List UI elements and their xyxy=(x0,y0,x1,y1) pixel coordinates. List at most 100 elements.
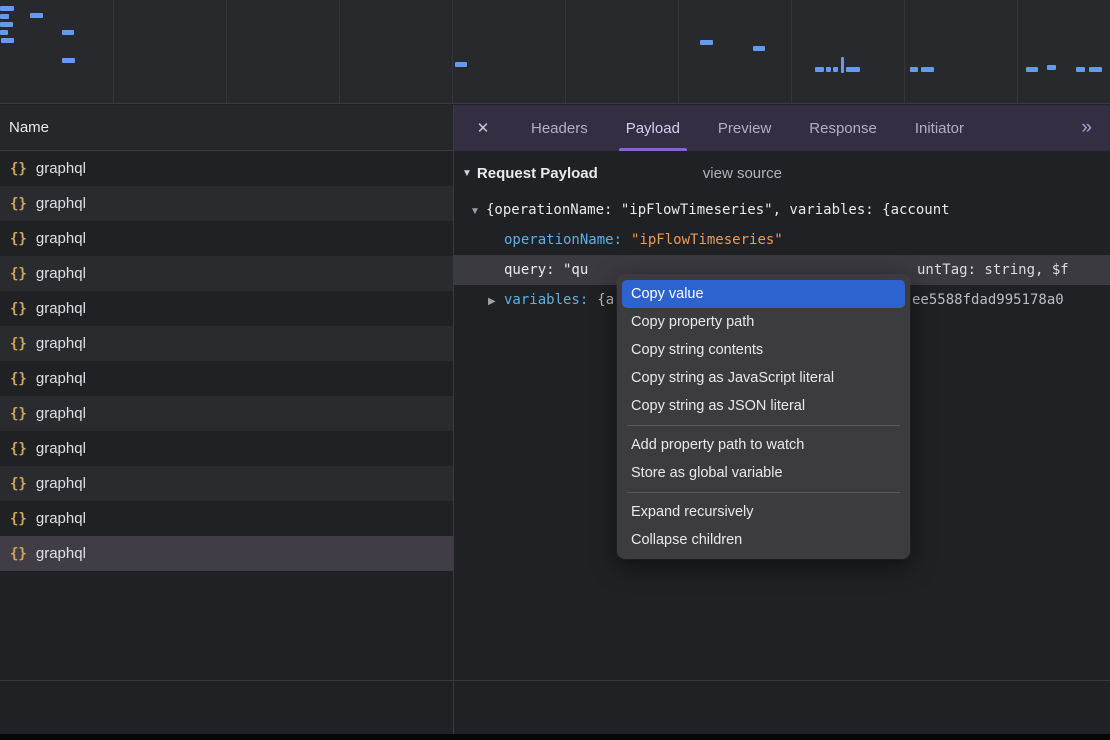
detail-tab[interactable]: Headers xyxy=(512,105,607,151)
timeline-gridline xyxy=(113,0,114,103)
window-bottom-edge xyxy=(0,734,1110,740)
view-source-link[interactable]: view source xyxy=(703,165,782,182)
detail-tabbar: ✕ Headers Payload Preview Response Initi… xyxy=(454,105,1110,151)
request-name: graphql xyxy=(36,300,86,317)
network-request-row[interactable]: {} graphql xyxy=(0,536,453,571)
name-column-header[interactable]: Name xyxy=(0,105,453,151)
timeline-bar xyxy=(910,67,918,72)
timeline-bar xyxy=(1,38,14,43)
timeline-bars xyxy=(0,0,1110,103)
context-menu-item[interactable]: Copy string contents xyxy=(617,336,910,364)
timeline-bar xyxy=(0,6,14,11)
json-file-icon: {} xyxy=(10,511,27,527)
tree-row-root-object[interactable]: ▼{operationName: "ipFlowTimeseries", var… xyxy=(454,195,1110,225)
json-file-icon: {} xyxy=(10,266,27,282)
property-fragment-left: query: "qu xyxy=(504,262,588,278)
json-file-icon: {} xyxy=(10,301,27,317)
expand-arrow-icon[interactable]: ▼ xyxy=(470,197,486,225)
timeline-bar xyxy=(815,67,824,72)
request-name: graphql xyxy=(36,195,86,212)
context-menu-item[interactable]: Expand recursively xyxy=(617,498,910,526)
network-request-row[interactable]: {} graphql xyxy=(0,396,453,431)
request-name: graphql xyxy=(36,160,86,177)
timeline-bar xyxy=(846,67,860,72)
json-file-icon: {} xyxy=(10,231,27,247)
timeline-bar xyxy=(30,13,43,18)
network-request-row[interactable]: {} graphql xyxy=(0,186,453,221)
detail-tab[interactable]: Response xyxy=(790,105,896,151)
network-request-list: {} graphql {} graphql {} graphql {} grap… xyxy=(0,151,453,571)
timeline-bar xyxy=(0,22,13,27)
network-request-row[interactable]: {} graphql xyxy=(0,291,453,326)
timeline-gridline xyxy=(452,0,453,103)
detail-tab[interactable]: Initiator xyxy=(896,105,983,151)
status-bar-divider xyxy=(0,680,1110,681)
timeline-bar xyxy=(1076,67,1085,72)
network-request-row[interactable]: {} graphql xyxy=(0,256,453,291)
collapse-arrow-icon[interactable]: ▶ xyxy=(488,287,504,315)
more-tabs-chevron-icon[interactable]: » xyxy=(1081,105,1092,151)
detail-tab[interactable]: Preview xyxy=(699,105,790,151)
timeline-bar xyxy=(0,14,9,19)
timeline-bar xyxy=(1047,65,1056,70)
request-payload-section-header[interactable]: ▼ Request Payload view source xyxy=(462,165,782,182)
context-menu-item[interactable]: Collapse children xyxy=(617,526,910,554)
timeline-gridline xyxy=(339,0,340,103)
context-menu-item[interactable]: Copy string as JSON literal xyxy=(617,392,910,420)
network-request-row[interactable]: {} graphql xyxy=(0,151,453,186)
property-key: variables: xyxy=(504,292,588,308)
section-title: Request Payload xyxy=(477,165,598,182)
context-menu-item xyxy=(627,492,900,493)
timeline-bar xyxy=(62,30,74,35)
timeline-gridline xyxy=(226,0,227,103)
timeline-bar xyxy=(1089,67,1102,72)
network-overview-timeline[interactable] xyxy=(0,0,1110,104)
request-list-panel: Name {} graphql {} graphql {} graphql {}… xyxy=(0,105,454,734)
request-name: graphql xyxy=(36,510,86,527)
context-menu-item[interactable]: Store as global variable xyxy=(617,459,910,487)
context-menu-item[interactable]: Add property path to watch xyxy=(617,431,910,459)
network-request-row[interactable]: {} graphql xyxy=(0,501,453,536)
close-panel-button[interactable]: ✕ xyxy=(454,105,512,151)
request-name: graphql xyxy=(36,230,86,247)
timeline-gridline xyxy=(1017,0,1018,103)
object-preview: {operationName: "ipFlowTimeseries", vari… xyxy=(486,202,950,218)
network-request-row[interactable]: {} graphql xyxy=(0,361,453,396)
context-menu-item xyxy=(627,425,900,426)
timeline-bar xyxy=(455,62,467,67)
timeline-bar xyxy=(833,67,838,72)
json-file-icon: {} xyxy=(10,371,27,387)
timeline-gridline xyxy=(565,0,566,103)
network-request-row[interactable]: {} graphql xyxy=(0,326,453,361)
context-menu-item[interactable]: Copy property path xyxy=(617,308,910,336)
json-file-icon: {} xyxy=(10,406,27,422)
request-name: graphql xyxy=(36,265,86,282)
property-value: "ipFlowTimeseries" xyxy=(631,232,783,248)
timeline-bar xyxy=(753,46,765,51)
timeline-gridline xyxy=(678,0,679,103)
detail-tab[interactable]: Payload xyxy=(607,105,699,151)
network-request-row[interactable]: {} graphql xyxy=(0,466,453,501)
json-file-icon: {} xyxy=(10,336,27,352)
context-menu-item[interactable]: Copy string as JavaScript literal xyxy=(617,364,910,392)
timeline-bar xyxy=(826,67,831,72)
name-column-label: Name xyxy=(9,119,49,136)
network-request-row[interactable]: {} graphql xyxy=(0,221,453,256)
json-file-icon: {} xyxy=(10,441,27,457)
json-file-icon: {} xyxy=(10,196,27,212)
tree-row-operation-name[interactable]: operationName: "ipFlowTimeseries" xyxy=(454,225,1110,255)
property-key: operationName: xyxy=(504,232,622,248)
timeline-gridline xyxy=(791,0,792,103)
timeline-bar xyxy=(0,30,8,35)
timeline-gridline xyxy=(904,0,905,103)
property-preview-right: ee5588fdad995178a0 xyxy=(912,285,1064,315)
property-preview-left: {a xyxy=(597,292,614,308)
property-fragment-right: untTag: string, $f xyxy=(917,255,1069,285)
tab-list: Headers Payload Preview Response Initiat… xyxy=(512,105,983,151)
timeline-bar xyxy=(62,58,75,63)
context-menu-item[interactable]: Copy value xyxy=(622,280,905,308)
network-request-row[interactable]: {} graphql xyxy=(0,431,453,466)
section-expand-arrow-icon[interactable]: ▼ xyxy=(462,168,472,179)
request-name: graphql xyxy=(36,405,86,422)
timeline-bar xyxy=(1026,67,1038,72)
